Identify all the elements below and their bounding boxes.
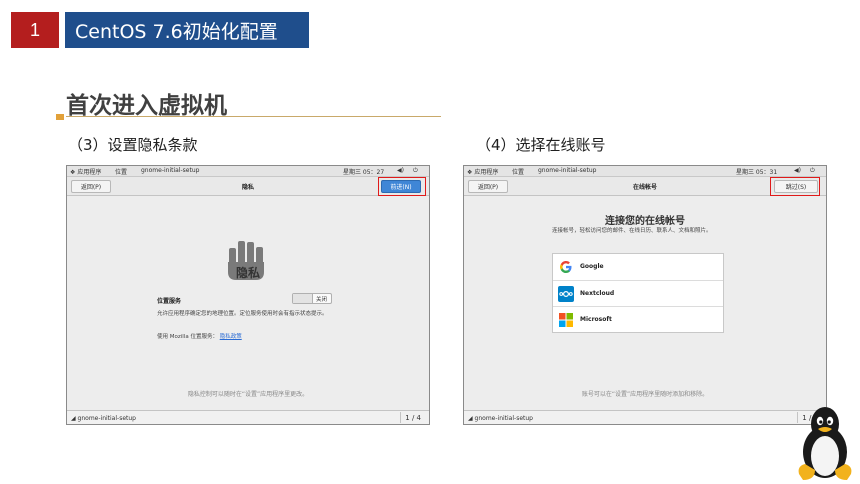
account-name: Nextcloud (580, 289, 615, 297)
apps-menu[interactable]: ❖ 应用程序 (70, 167, 101, 176)
taskbar: ◢ gnome-initial-setup 1 / 4 (67, 410, 429, 424)
accounts-footnote: 账号可以在“设置”应用程序里随时添加和移除。 (581, 391, 709, 398)
power-icon[interactable]: ⏻ (413, 167, 418, 175)
account-row-nextcloud[interactable]: Nextcloud (553, 281, 723, 307)
heading-accent (56, 114, 64, 120)
toggle-knob (293, 294, 313, 303)
page-heading: 首次进入虚拟机 (66, 93, 227, 119)
volume-icon[interactable]: ◀) (794, 167, 801, 174)
mozilla-text: 使用 Mozilla 位置服务： (157, 334, 218, 340)
location-label: 位置服务 (157, 298, 182, 305)
taskbar-item[interactable]: ◢ gnome-initial-setup (71, 415, 136, 422)
privacy-content: 隐私 位置服务 关闭 允许应用程序确定您的地理位置。定位服务使用时会有指示状态提… (67, 196, 429, 412)
app-name: gnome-initial-setup (141, 167, 200, 174)
account-name: Google (580, 263, 604, 270)
account-name: Microsoft (580, 316, 612, 323)
accounts-title: 连接您的在线帐号 (605, 216, 685, 227)
privacy-policy-link[interactable]: 隐私政策 (220, 334, 242, 340)
workspace-pager[interactable]: 1 / 4 (400, 412, 425, 423)
taskbar-item[interactable]: ◢ gnome-initial-setup (468, 415, 533, 422)
highlight-box (770, 177, 820, 196)
taskbar: ◢ gnome-initial-setup 1 / 4 (464, 410, 826, 424)
step3-title: （3）设置隐私条款 (68, 136, 198, 154)
apps-icon: ❖ (70, 169, 76, 176)
step4-title: （4）选择在线账号 (476, 136, 606, 154)
highlight-box (378, 177, 426, 196)
nextcloud-icon (558, 285, 574, 302)
account-row-google[interactable]: Google (553, 254, 723, 281)
google-icon (558, 259, 574, 275)
header-title: 隐私 (241, 184, 254, 191)
slide: 1 CentOS 7.6初始化配置 首次进入虚拟机 （3）设置隐私条款 （4）选… (0, 0, 860, 484)
accounts-screenshot: ❖ 应用程序 位置 gnome-initial-setup 星期三 05：31 … (463, 165, 827, 425)
mozilla-line: 使用 Mozilla 位置服务： 隐私政策 (157, 332, 242, 340)
account-row-microsoft[interactable]: Microsoft (553, 307, 723, 334)
window-icon: ◢ (71, 415, 76, 422)
apps-menu[interactable]: ❖ 应用程序 (467, 167, 498, 176)
accounts-list: Google Nextcloud Microsoft (552, 253, 724, 333)
clock[interactable]: 星期三 05：31 (736, 167, 777, 176)
location-description: 允许应用程序确定您的地理位置。定位服务使用时会有指示状态提示。 (157, 311, 328, 317)
privacy-footnote: 隐私控制可以随时在“设置”应用程序里更改。 (187, 391, 309, 398)
headerbar: 返回(P) 隐私 前进(N) (67, 177, 429, 196)
places-menu[interactable]: 位置 (115, 167, 127, 176)
privacy-screenshot: ❖ 应用程序 位置 gnome-initial-setup 星期三 05：27 … (66, 165, 430, 425)
location-toggle[interactable]: 关闭 (292, 293, 332, 304)
window-icon: ◢ (468, 415, 473, 422)
accounts-content: 连接您的在线帐号 连接帐号，轻松访问您的邮件、在线日历、联系人、文档和照片。 G… (464, 196, 826, 412)
gnome-topbar: ❖ 应用程序 位置 gnome-initial-setup 星期三 05：27 … (67, 166, 429, 177)
privacy-title: 隐私 (235, 266, 260, 280)
clock[interactable]: 星期三 05：27 (343, 167, 384, 176)
heading-underline (66, 116, 441, 117)
section-title: CentOS 7.6初始化配置 (65, 12, 309, 48)
power-icon[interactable]: ⏻ (810, 167, 815, 175)
tux-logo-icon (798, 407, 852, 480)
app-name: gnome-initial-setup (538, 167, 597, 174)
places-menu[interactable]: 位置 (512, 167, 524, 176)
accounts-description: 连接帐号，轻松访问您的邮件、在线日历、联系人、文档和照片。 (552, 228, 712, 234)
section-number: 1 (11, 12, 59, 48)
gnome-topbar: ❖ 应用程序 位置 gnome-initial-setup 星期三 05：31 … (464, 166, 826, 177)
headerbar: 返回(P) 在线帐号 跳过(S) (464, 177, 826, 196)
toggle-state: 关闭 (315, 297, 327, 303)
volume-icon[interactable]: ◀) (397, 167, 404, 174)
apps-icon: ❖ (467, 169, 473, 176)
microsoft-icon (558, 312, 574, 328)
